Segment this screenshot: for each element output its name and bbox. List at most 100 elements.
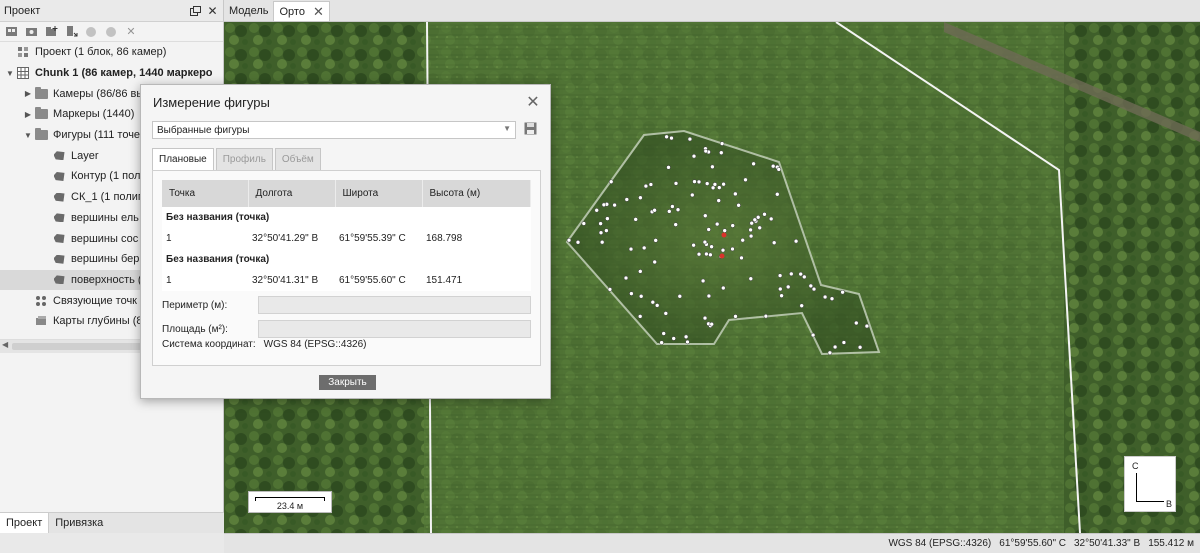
scroll-left-icon[interactable]: ◀ bbox=[2, 340, 8, 349]
tree-top-marker[interactable] bbox=[776, 167, 782, 172]
tree-top-marker[interactable] bbox=[778, 286, 783, 292]
tree-top-marker[interactable] bbox=[716, 198, 721, 203]
tree-top-marker[interactable] bbox=[604, 228, 609, 233]
tree-top-marker[interactable] bbox=[633, 217, 638, 222]
tree-top-marker[interactable] bbox=[811, 286, 817, 292]
tree-top-marker[interactable] bbox=[666, 165, 671, 170]
tree-top-marker[interactable] bbox=[864, 323, 870, 329]
tree-top-marker[interactable] bbox=[566, 237, 572, 243]
tree-top-marker[interactable] bbox=[696, 251, 702, 257]
tree-top-marker[interactable] bbox=[822, 294, 828, 300]
tree-top-marker[interactable] bbox=[638, 195, 643, 200]
tree-top-marker[interactable] bbox=[722, 228, 727, 233]
tree-top-marker[interactable] bbox=[827, 350, 833, 356]
tree-top-marker[interactable] bbox=[706, 293, 712, 299]
tree-top-marker[interactable] bbox=[661, 331, 666, 336]
tree-top-marker[interactable] bbox=[677, 294, 683, 299]
tree-top-marker[interactable] bbox=[650, 299, 656, 305]
tab-planar[interactable]: Плановые bbox=[152, 148, 214, 170]
tree-top-marker[interactable] bbox=[840, 289, 845, 295]
tree-top-marker[interactable] bbox=[770, 163, 776, 169]
tree-top-marker[interactable] bbox=[802, 274, 807, 280]
tree-top-marker[interactable] bbox=[714, 221, 720, 227]
tree-top-marker[interactable] bbox=[703, 213, 708, 218]
tree-top-marker[interactable] bbox=[704, 181, 710, 186]
tree-top-marker[interactable] bbox=[751, 161, 756, 167]
tree-top-marker[interactable] bbox=[719, 150, 724, 155]
tree-top-marker[interactable] bbox=[641, 245, 647, 251]
shape-selector[interactable]: Выбранные фигуры ▼ bbox=[152, 121, 516, 139]
tree-top-marker[interactable] bbox=[733, 191, 738, 197]
tree-top-marker[interactable] bbox=[671, 336, 676, 341]
tree-top-marker[interactable] bbox=[652, 208, 657, 213]
tree-top-marker[interactable] bbox=[692, 179, 697, 184]
tree-top-marker[interactable] bbox=[748, 276, 754, 281]
tree-top-marker[interactable] bbox=[703, 148, 709, 154]
tree-top-marker[interactable] bbox=[623, 275, 629, 281]
tree-top-marker[interactable] bbox=[829, 296, 835, 301]
undock-icon[interactable] bbox=[189, 4, 202, 17]
enable-icon[interactable] bbox=[84, 25, 98, 39]
add-folder-icon[interactable] bbox=[44, 25, 58, 39]
tree-top-marker[interactable] bbox=[659, 340, 664, 345]
tree-top-marker[interactable] bbox=[785, 284, 791, 290]
table-row[interactable]: 1 32°50'41.29" В 61°59'55.39" С 168.798 bbox=[162, 228, 531, 249]
tree-top-marker[interactable] bbox=[702, 315, 708, 321]
tree-top-marker[interactable] bbox=[779, 293, 784, 298]
tree-top-marker[interactable] bbox=[673, 222, 678, 227]
tree-top-marker[interactable] bbox=[733, 314, 738, 319]
tree-top-marker[interactable] bbox=[704, 251, 709, 257]
tree-top-marker[interactable] bbox=[601, 202, 607, 208]
tree-top-marker[interactable] bbox=[663, 311, 669, 316]
tree-top-marker[interactable] bbox=[629, 291, 634, 296]
save-icon[interactable] bbox=[524, 122, 538, 136]
tree-top-marker[interactable] bbox=[730, 246, 735, 252]
tree-top-marker[interactable] bbox=[670, 204, 675, 209]
tree-top-marker[interactable] bbox=[740, 237, 745, 243]
tree-top-marker[interactable] bbox=[598, 230, 604, 235]
tree-top-marker[interactable] bbox=[709, 321, 714, 327]
tree-top-marker[interactable] bbox=[653, 238, 658, 243]
tree-top-marker[interactable] bbox=[777, 273, 783, 278]
tree-top-marker[interactable] bbox=[638, 294, 644, 299]
import-icon[interactable] bbox=[64, 25, 78, 39]
tab-ortho[interactable]: Орто ✕ bbox=[273, 1, 330, 21]
expand-right-icon[interactable]: ▶ bbox=[22, 89, 34, 98]
expand-down-icon[interactable]: ▼ bbox=[4, 69, 16, 78]
tree-top-marker[interactable] bbox=[720, 247, 726, 253]
tree-top-marker[interactable] bbox=[709, 244, 714, 249]
close-panel-icon[interactable]: ✕ bbox=[206, 4, 219, 18]
tree-top-marker[interactable] bbox=[612, 202, 617, 208]
close-button[interactable]: Закрыть bbox=[319, 375, 376, 390]
tree-top-marker[interactable] bbox=[710, 164, 715, 170]
tree-top-marker[interactable] bbox=[743, 177, 748, 183]
expand-down-icon[interactable]: ▼ bbox=[22, 131, 34, 140]
tree-top-marker[interactable] bbox=[652, 259, 657, 265]
tree-top-marker[interactable] bbox=[664, 134, 669, 140]
tree-top-marker[interactable] bbox=[675, 207, 681, 212]
tree-top-marker[interactable] bbox=[808, 283, 814, 289]
tree-top-marker[interactable] bbox=[599, 239, 605, 245]
tree-top-marker[interactable] bbox=[637, 314, 643, 319]
tree-top-marker[interactable] bbox=[708, 252, 713, 258]
tree-top-marker[interactable] bbox=[730, 223, 735, 228]
tree-top-marker[interactable] bbox=[683, 334, 689, 340]
tree-top-marker[interactable] bbox=[717, 185, 722, 190]
expand-right-icon[interactable]: ▶ bbox=[22, 110, 34, 119]
tree-top-marker[interactable] bbox=[624, 197, 630, 202]
tree-top-marker[interactable] bbox=[607, 287, 613, 292]
tree-top-marker[interactable] bbox=[857, 345, 863, 350]
tree-top-marker[interactable] bbox=[598, 221, 603, 226]
tree-top-marker[interactable] bbox=[643, 183, 649, 189]
tree-top-marker[interactable] bbox=[594, 208, 599, 213]
tree-top-marker[interactable] bbox=[706, 227, 711, 232]
tree-top-marker[interactable] bbox=[748, 227, 753, 233]
tree-top-marker[interactable] bbox=[696, 179, 702, 185]
tree-top-marker[interactable] bbox=[757, 225, 762, 231]
tree-top-marker[interactable] bbox=[605, 216, 610, 221]
tree-top-marker[interactable] bbox=[690, 192, 695, 198]
tree-top-marker[interactable] bbox=[721, 181, 726, 187]
tree-top-marker[interactable] bbox=[691, 242, 696, 248]
tree-top-marker[interactable] bbox=[721, 285, 726, 291]
tree-top-marker[interactable] bbox=[719, 141, 725, 146]
